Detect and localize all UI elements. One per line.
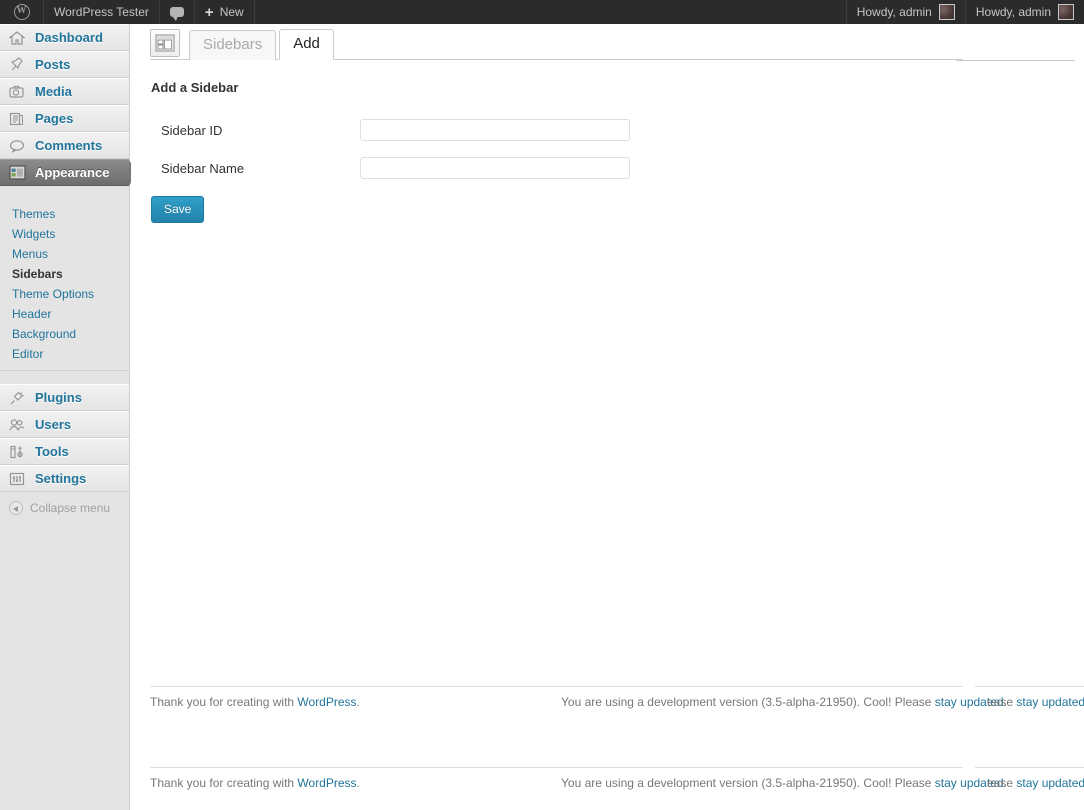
- page-wrap: Sidebars Add Add a Sidebar Sidebar ID Si…: [131, 24, 1084, 223]
- footer-thanks-suffix: .: [356, 695, 360, 709]
- submenu-item-theme-options[interactable]: Theme Options: [0, 284, 129, 304]
- admin-bar: WordPress Tester + New Howdy, admin Howd…: [0, 0, 1084, 24]
- stay-updated-link-overflow[interactable]: stay updated: [1016, 695, 1084, 709]
- sidebar-item-pages[interactable]: Pages: [0, 105, 129, 132]
- collapse-menu-label: Collapse menu: [30, 501, 111, 515]
- avatar-icon: [1058, 4, 1074, 20]
- plug-icon: [9, 391, 29, 405]
- sidebar-item-dashboard[interactable]: Dashboard: [0, 24, 129, 51]
- wp-footer-2: Thank you for creating with WordPress. Y…: [150, 767, 1084, 797]
- stay-updated-link-overflow[interactable]: stay updated: [1016, 776, 1084, 790]
- site-name-button[interactable]: WordPress Tester: [44, 0, 160, 24]
- sidebar-label: Appearance: [35, 165, 110, 180]
- sidebar-item-plugins[interactable]: Plugins: [0, 384, 129, 411]
- sidebar-item-settings[interactable]: Settings: [0, 465, 129, 492]
- account-menu-1[interactable]: Howdy, admin: [845, 0, 965, 24]
- sidebar-label: Comments: [35, 138, 103, 153]
- sidebar-item-comments[interactable]: Comments: [0, 132, 129, 159]
- submenu-item-header[interactable]: Header: [0, 304, 129, 324]
- sidebar-label: Plugins: [35, 390, 82, 405]
- avatar-icon: [938, 4, 955, 20]
- wordpress-logo-icon: [13, 3, 30, 20]
- wordpress-link[interactable]: WordPress: [297, 776, 356, 790]
- page-title: Add a Sidebar: [151, 80, 239, 95]
- tab-add[interactable]: Add: [279, 29, 334, 60]
- comments-button[interactable]: [160, 0, 195, 24]
- appearance-icon: [9, 165, 29, 180]
- sidebar-id-label: Sidebar ID: [161, 122, 223, 138]
- sidebar-layout-icon: [150, 29, 180, 57]
- tab-rule-segment: [956, 60, 1075, 61]
- sidebar-label: Media: [35, 84, 72, 99]
- sidebar-name-label: Sidebar Name: [161, 160, 245, 176]
- footer-row: Thank you for creating with WordPress. Y…: [150, 686, 1084, 716]
- sidebar-item-posts[interactable]: Posts: [0, 51, 129, 78]
- sidebar-id-input[interactable]: [360, 119, 630, 141]
- pin-icon: [9, 57, 29, 72]
- sidebar-label: Posts: [35, 57, 71, 72]
- sidebar-name-input[interactable]: [360, 157, 630, 179]
- wp-body: Sidebars Add Add a Sidebar Sidebar ID Si…: [131, 24, 1084, 810]
- sidebar-label: Tools: [35, 444, 69, 459]
- sidebar-label: Pages: [35, 111, 74, 126]
- footer-row: Thank you for creating with WordPress. Y…: [150, 767, 1084, 797]
- footer-version-text: You are using a development version (3.5…: [561, 776, 935, 790]
- new-content-button[interactable]: + New: [195, 0, 255, 24]
- sidebar-item-users[interactable]: Users: [0, 411, 129, 438]
- howdy-label-1: Howdy, admin: [856, 5, 932, 19]
- admin-menu: Dashboard Posts Media Pages Comments App…: [0, 24, 137, 810]
- sidebar-label: Users: [35, 417, 72, 432]
- submenu-item-themes[interactable]: Themes: [0, 204, 129, 224]
- footer-version: You are using a development version (3.5…: [561, 776, 1007, 790]
- nav-tab-wrapper: Sidebars Add: [150, 24, 963, 60]
- new-content-label: New: [219, 5, 244, 19]
- footer-version: You are using a development version (3.5…: [561, 695, 1007, 709]
- tools-icon: [9, 445, 29, 459]
- footer-ghost-prefix: ease: [987, 695, 1017, 709]
- wordpress-link[interactable]: WordPress: [297, 695, 356, 709]
- save-button[interactable]: Save: [151, 196, 205, 223]
- sidebar-label: Dashboard: [35, 30, 103, 45]
- footer-thanks-prefix: Thank you for creating with: [150, 776, 298, 790]
- settings-icon: [9, 472, 29, 486]
- comment-icon: [9, 139, 29, 153]
- footer-version-overflow: ease stay updated.: [987, 695, 1084, 709]
- users-icon: [9, 418, 29, 432]
- howdy-label-2: Howdy, admin: [975, 5, 1051, 19]
- footer-thanks-suffix: .: [356, 776, 360, 790]
- footer-version-overflow: ease stay updated.: [987, 776, 1084, 790]
- collapse-menu-button[interactable]: Collapse menu: [0, 495, 129, 521]
- tab-sidebars[interactable]: Sidebars: [189, 30, 277, 60]
- comment-bubble-icon: [169, 7, 184, 21]
- admin-bar-right: Howdy, admin Howdy, admin: [845, 0, 1084, 24]
- submenu-item-menus[interactable]: Menus: [0, 244, 129, 264]
- form-row-sidebar-id: Sidebar ID: [150, 111, 640, 149]
- wp-footer-1: Thank you for creating with WordPress. Y…: [150, 686, 1084, 716]
- submenu-item-sidebars[interactable]: Sidebars: [0, 264, 129, 284]
- submenu-item-background[interactable]: Background: [0, 324, 129, 344]
- wp-logo-button[interactable]: [0, 0, 44, 24]
- footer-version-text: You are using a development version (3.5…: [561, 695, 935, 709]
- footer-thanks-prefix: Thank you for creating with: [150, 695, 298, 709]
- footer-thanks: Thank you for creating with WordPress.: [150, 695, 360, 709]
- sidebar-item-appearance[interactable]: Appearance: [0, 159, 137, 186]
- account-menu-2[interactable]: Howdy, admin: [964, 0, 1084, 24]
- submenu-item-editor[interactable]: Editor: [0, 344, 129, 364]
- plus-icon: +: [204, 3, 214, 21]
- camera-icon: [9, 85, 29, 99]
- footer-thanks: Thank you for creating with WordPress.: [150, 776, 360, 790]
- add-sidebar-form: Sidebar ID Sidebar Name: [150, 111, 640, 187]
- dashboard-home-icon: [9, 30, 29, 45]
- page-icon: [9, 112, 29, 126]
- submenu-item-widgets[interactable]: Widgets: [0, 224, 129, 244]
- sidebar-item-media[interactable]: Media: [0, 78, 129, 105]
- collapse-arrow-icon: [9, 501, 23, 515]
- sidebar-item-tools[interactable]: Tools: [0, 438, 129, 465]
- footer-ghost-prefix: ease: [987, 776, 1017, 790]
- appearance-submenu: Themes Widgets Menus Sidebars Theme Opti…: [0, 199, 129, 371]
- site-name-label: WordPress Tester: [54, 5, 149, 19]
- sidebar-label: Settings: [35, 471, 87, 486]
- form-row-sidebar-name: Sidebar Name: [150, 149, 640, 187]
